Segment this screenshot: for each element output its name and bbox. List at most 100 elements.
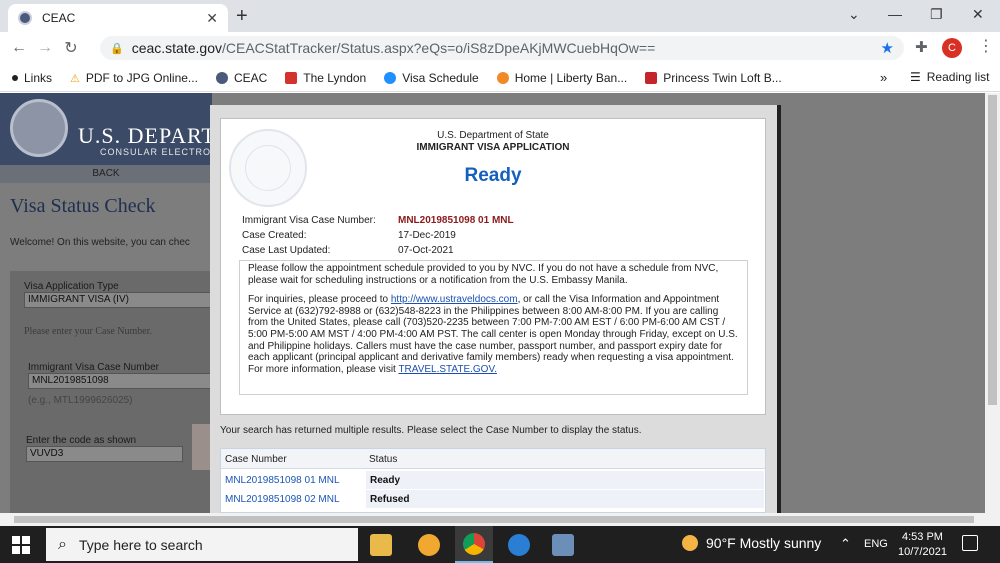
status-card: U.S. Department of State IMMIGRANT VISA … xyxy=(220,118,766,415)
inquiries-paragraph: For inquiries, please proceed to http://… xyxy=(248,294,738,375)
case-prompt: Please enter your Case Number. xyxy=(24,326,153,337)
weather-app-icon[interactable] xyxy=(418,534,440,556)
bookmark-links[interactable]: Links xyxy=(12,71,52,85)
forward-arrow-icon[interactable]: → xyxy=(32,39,58,57)
travel-state-gov-link[interactable]: TRAVEL.STATE.GOV. xyxy=(398,364,497,375)
visa-type-select[interactable]: IMMIGRANT VISA (IV) xyxy=(24,292,212,308)
welcome-text: Welcome! On this website, you can chec xyxy=(10,237,190,248)
url-domain: ceac.state.gov xyxy=(131,40,222,56)
updated-key: Case Last Updated: xyxy=(242,245,331,256)
clock-time: 4:53 PM xyxy=(901,531,943,543)
schedule-paragraph: Please follow the appointment schedule p… xyxy=(248,263,719,286)
search-placeholder: Type here to search xyxy=(78,536,203,553)
created-key: Case Created: xyxy=(242,230,307,241)
tab-title: CEAC xyxy=(42,11,76,25)
status-cell: Ready xyxy=(366,471,764,489)
clock-date: 10/7/2021 xyxy=(898,546,947,558)
visa-type-label: Visa Application Type xyxy=(24,281,119,292)
profile-avatar[interactable]: C xyxy=(942,38,962,58)
captcha-input[interactable]: VUVD3 xyxy=(26,446,183,462)
back-arrow-icon[interactable]: ← xyxy=(6,39,32,57)
ustraveldocs-link[interactable]: http://www.ustraveldocs.com xyxy=(391,294,518,305)
captcha-label: Enter the code as shown xyxy=(26,435,137,446)
edge-icon[interactable] xyxy=(508,534,530,556)
bullet-icon xyxy=(12,74,18,81)
bookmark-ceac[interactable]: CEAC xyxy=(215,71,267,85)
windows-start-icon[interactable] xyxy=(12,536,30,554)
extensions-puzzle-icon[interactable]: ✚ xyxy=(915,38,928,56)
url-path: /CEACStatTracker/Status.aspx?eQs=o/iS8zD… xyxy=(221,40,656,56)
reading-list-icon: ☰ xyxy=(910,70,921,84)
search-icon: ⌕ xyxy=(58,535,67,553)
ceac-seal-icon xyxy=(215,71,228,84)
bookmark-the-lyndon[interactable]: The Lyndon xyxy=(285,71,366,85)
weather-text: 90°F Mostly sunny xyxy=(706,535,822,551)
case-example-hint: (e.g., MTL1999626025) xyxy=(28,395,133,406)
taskbar-search-box[interactable]: ⌕ Type here to search xyxy=(46,528,358,561)
taskbar-clock[interactable]: 4:53 PM 10/7/2021 xyxy=(898,530,947,560)
page-title: Visa Status Check xyxy=(10,195,156,217)
windows-taskbar: ⌕ Type here to search 90°F Mostly sunny … xyxy=(0,526,1000,563)
case-link[interactable]: MNL2019851098 01 MNL xyxy=(225,475,340,486)
table-row[interactable]: MNL2019851098 01 MNL Ready xyxy=(221,471,765,489)
case-number-header: Case Number xyxy=(225,454,287,465)
bookmarks-overflow-icon[interactable]: » xyxy=(880,70,887,85)
results-table: Case Number Status MNL2019851098 01 MNL … xyxy=(220,448,766,513)
horizontal-scrollbar[interactable] xyxy=(0,513,1000,526)
bookmark-princess-twin-loft[interactable]: Princess Twin Loft B... xyxy=(645,71,782,85)
state-dept-seal-icon xyxy=(10,99,68,157)
application-type: IMMIGRANT VISA APPLICATION xyxy=(416,142,570,153)
menu-kebab-icon[interactable]: ⋮ xyxy=(978,36,994,56)
sunny-icon xyxy=(682,535,698,551)
case-number-key: Immigrant Visa Case Number: xyxy=(242,215,376,226)
back-button[interactable]: BACK xyxy=(0,165,212,183)
liberty-logo-icon xyxy=(496,71,509,84)
horizontal-scroll-thumb[interactable] xyxy=(14,516,974,523)
consular-header-text: CONSULAR ELECTRO xyxy=(100,147,212,157)
weather-widget[interactable]: 90°F Mostly sunny xyxy=(682,535,821,551)
table-row[interactable]: MNL2019851098 02 MNL Refused xyxy=(221,490,765,508)
state-dept-header: U.S. DEPART CONSULAR ELECTRO xyxy=(0,93,215,165)
restore-icon[interactable]: ❐ xyxy=(930,6,943,23)
warning-triangle-icon: ⚠ xyxy=(70,72,80,85)
cloud-icon xyxy=(384,71,397,84)
vertical-scrollbar[interactable] xyxy=(985,93,1000,513)
created-value: 17-Dec-2019 xyxy=(398,230,456,241)
reload-icon[interactable]: ↻ xyxy=(58,38,84,58)
multiple-results-text: Your search has returned multiple result… xyxy=(220,425,642,436)
status-modal: U.S. Department of State IMMIGRANT VISA … xyxy=(210,105,777,513)
language-indicator[interactable]: ENG xyxy=(864,538,888,550)
lock-icon: 🔒 xyxy=(110,42,124,55)
status-heading: Ready xyxy=(464,165,522,186)
bookmark-pdf-to-jpg[interactable]: ⚠ PDF to JPG Online... xyxy=(70,71,198,85)
tab-search-icon[interactable]: ⌄ xyxy=(848,6,860,23)
case-number-value: MNL2019851098 01 MNL xyxy=(398,215,514,226)
tab-close-icon[interactable]: ✕ xyxy=(206,10,218,27)
file-explorer-icon[interactable] xyxy=(370,534,392,556)
results-header: Case Number Status xyxy=(221,449,765,469)
network-app-icon[interactable] xyxy=(552,534,574,556)
instructions-box: Please follow the appointment schedule p… xyxy=(239,260,748,395)
address-bar[interactable]: 🔒 ceac.state.gov/CEACStatTracker/Status.… xyxy=(100,36,904,60)
new-tab-button[interactable]: + xyxy=(236,5,248,28)
princess-logo-icon xyxy=(645,71,658,84)
vertical-scroll-thumb[interactable] xyxy=(988,95,997,405)
case-number-input[interactable]: MNL2019851098 xyxy=(28,373,212,389)
dept-header-text: U.S. DEPART xyxy=(78,123,216,148)
notification-icon[interactable] xyxy=(962,535,978,551)
modal-shadow-edge xyxy=(777,105,781,513)
reading-list-button[interactable]: ☰ Reading list xyxy=(910,70,989,84)
bookmark-liberty-bank[interactable]: Home | Liberty Ban... xyxy=(496,71,627,85)
chrome-taskbar-button[interactable] xyxy=(455,526,493,563)
bookmark-visa-schedule[interactable]: Visa Schedule xyxy=(384,71,479,85)
status-header: Status xyxy=(369,454,398,465)
tray-overflow-icon[interactable]: ⌃ xyxy=(840,536,851,552)
rp-logo-icon xyxy=(285,71,298,84)
bookmark-star-icon[interactable]: ★ xyxy=(881,39,894,57)
status-cell: Refused xyxy=(366,490,764,508)
window-close-icon[interactable]: ✕ xyxy=(972,6,984,23)
minimize-icon[interactable]: — xyxy=(888,6,902,22)
updated-value: 07-Oct-2021 xyxy=(398,245,454,256)
tab-ceac[interactable]: CEAC ✕ xyxy=(8,4,228,32)
case-link[interactable]: MNL2019851098 02 MNL xyxy=(225,494,340,505)
